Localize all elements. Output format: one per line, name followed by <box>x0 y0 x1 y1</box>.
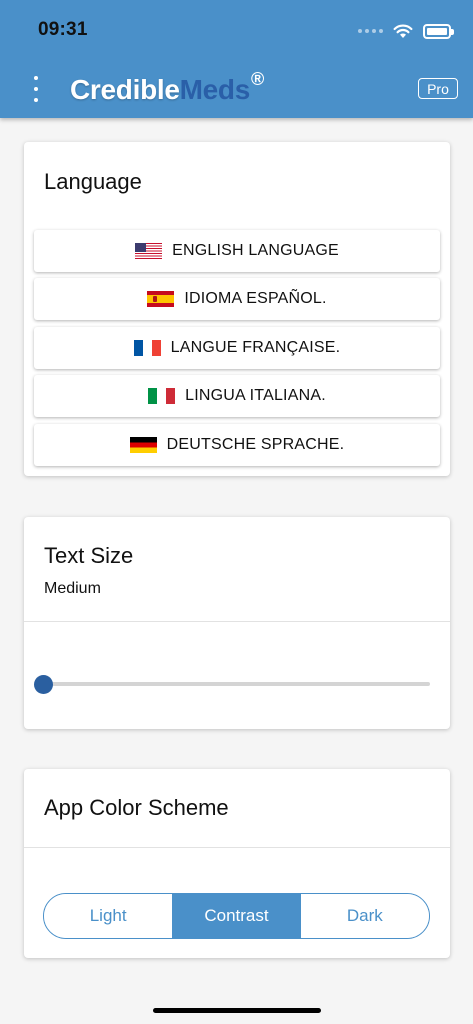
color-scheme-title: App Color Scheme <box>44 795 229 820</box>
language-card: Language ENGLISH LANGUAGE IDIOMA ESPAÑOL… <box>24 142 450 476</box>
text-size-card: Text Size Medium <box>24 517 450 729</box>
flag-de-icon <box>129 437 157 453</box>
app-logo: CredibleMeds® <box>70 69 264 111</box>
color-scheme-card: App Color Scheme Light Contrast Dark <box>24 769 450 958</box>
language-french-button[interactable]: LANGUE FRANÇAISE. <box>34 327 440 369</box>
wifi-icon <box>393 24 413 38</box>
logo-text-meds: Meds <box>179 74 251 105</box>
color-scheme-segmented-control: Light Contrast Dark <box>43 893 430 939</box>
pro-button[interactable]: Pro <box>418 78 458 99</box>
language-italian-button[interactable]: LINGUA ITALIANA. <box>34 375 440 417</box>
logo-text-credible: Credible <box>70 74 180 105</box>
language-german-button[interactable]: DEUTSCHE SPRACHE. <box>34 424 440 466</box>
settings-screen: 09:31 CredibleMeds® Pro Language ENGLISH… <box>0 0 473 1024</box>
home-indicator[interactable] <box>153 1008 321 1013</box>
scheme-contrast-option[interactable]: Contrast <box>172 894 301 938</box>
language-label: ENGLISH LANGUAGE <box>172 242 339 259</box>
flag-us-icon <box>135 243 163 259</box>
app-header: 09:31 CredibleMeds® Pro <box>0 0 473 118</box>
flag-fr-icon <box>133 340 161 356</box>
registered-mark: ® <box>251 69 264 89</box>
battery-icon <box>423 23 454 39</box>
language-english-button[interactable]: ENGLISH LANGUAGE <box>34 230 440 272</box>
language-label: DEUTSCHE SPRACHE. <box>166 436 345 453</box>
divider <box>24 847 450 848</box>
status-icons <box>358 20 454 42</box>
status-time: 09:31 <box>38 19 88 40</box>
language-spanish-button[interactable]: IDIOMA ESPAÑOL. <box>34 278 440 320</box>
divider <box>24 621 450 622</box>
language-label: LANGUE FRANÇAISE. <box>170 339 341 356</box>
cellular-signal-icon <box>358 29 383 33</box>
scheme-light-option[interactable]: Light <box>44 894 173 938</box>
scheme-dark-option[interactable]: Dark <box>300 894 429 938</box>
text-size-title: Text Size <box>44 543 134 568</box>
text-size-slider-thumb[interactable] <box>34 675 53 694</box>
language-label: IDIOMA ESPAÑOL. <box>184 290 327 307</box>
flag-it-icon <box>148 388 176 404</box>
language-title: Language <box>44 169 142 194</box>
text-size-value: Medium <box>44 580 101 597</box>
language-label: LINGUA ITALIANA. <box>185 387 326 404</box>
flag-es-icon <box>147 291 175 307</box>
text-size-slider-track[interactable] <box>43 682 430 686</box>
more-menu-icon[interactable] <box>26 76 46 102</box>
